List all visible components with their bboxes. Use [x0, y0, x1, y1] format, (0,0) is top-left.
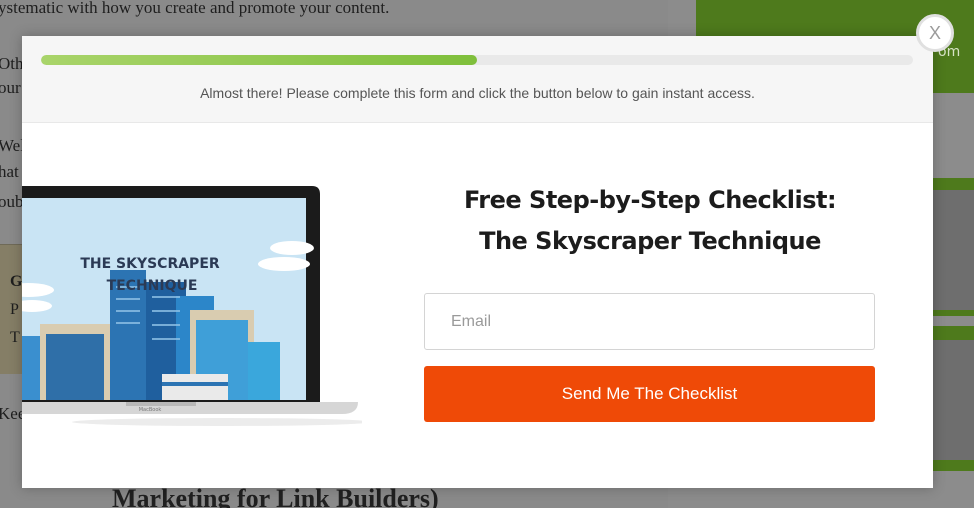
progress-message: Almost there! Please complete this form …	[200, 85, 755, 101]
headline-line2: The Skyscraper Technique	[479, 227, 821, 255]
send-checklist-button[interactable]: Send Me The Checklist	[424, 366, 875, 422]
article-text-line: our	[0, 78, 21, 97]
laptop-brand: MacBook	[139, 407, 162, 413]
screen-title-line2: TECHNIQUE	[107, 278, 198, 294]
article-text-line: oub	[0, 192, 24, 211]
modal-progress-section: Almost there! Please complete this form …	[22, 36, 933, 123]
callout-text: G	[10, 273, 23, 290]
screen-title-line1: THE SKYSCRAPER	[80, 256, 220, 272]
article-text-line: Oth	[0, 54, 24, 73]
sidebar-photo	[930, 340, 974, 460]
article-text-line: hat	[0, 162, 19, 181]
headline-line1: Free Step-by-Step Checklist:	[463, 186, 837, 214]
sidebar-photo	[930, 190, 974, 310]
callout-text: P	[10, 301, 19, 318]
email-field[interactable]	[424, 293, 875, 350]
progress-bar	[41, 55, 913, 65]
callout-text: T	[10, 329, 20, 346]
modal-headline: Free Step-by-Step Checklist: The Skyscra…	[424, 180, 876, 262]
optin-modal: Almost there! Please complete this form …	[22, 36, 933, 488]
article-text-line: ystematic with how you create and promot…	[0, 0, 390, 17]
progress-bar-fill	[41, 55, 477, 65]
close-button[interactable]: X	[916, 14, 954, 52]
laptop-illustration: THE SKYSCRAPER TECHNIQUE MacBook	[22, 186, 362, 426]
